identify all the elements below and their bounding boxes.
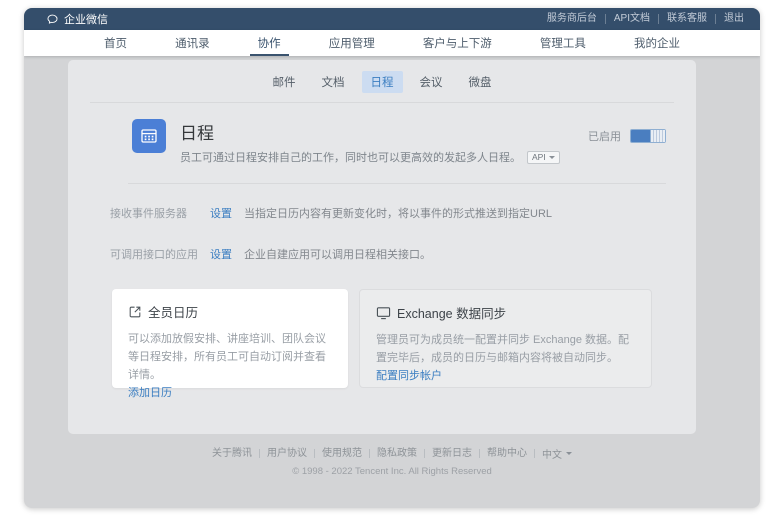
- topbar-link-contact-support[interactable]: 联系客服: [659, 14, 716, 24]
- chevron-down-icon: [549, 156, 555, 159]
- header-divider: [128, 183, 666, 184]
- app-window: 企业微信 服务商后台 API文档 联系客服 退出 首页 通讯录 协作 应用管理 …: [24, 8, 760, 508]
- toggle-handle: [650, 130, 665, 142]
- footer-link-usage-rules[interactable]: 使用规范: [315, 449, 370, 458]
- app-description: 员工可通过日程安排自己的工作，同时也可以更高效的发起多人日程。: [180, 149, 521, 165]
- footer-link-changelog[interactable]: 更新日志: [425, 449, 480, 458]
- chevron-down-icon: [566, 452, 572, 455]
- app-status: 已启用: [588, 128, 666, 144]
- api-dropdown-badge[interactable]: API: [527, 151, 560, 164]
- page-title: 日程: [180, 119, 560, 144]
- setting-label: 接收事件服务器: [110, 205, 210, 221]
- feature-cards: 全员日历 可以添加放假安排、讲座培训、团队会议等日程安排，所有员工可自动订阅并查…: [112, 289, 652, 388]
- tab-schedule[interactable]: 日程: [362, 71, 403, 93]
- status-label: 已启用: [588, 128, 621, 144]
- page-footer: 关于腾讯 用户协议 使用规范 隐私政策 更新日志 帮助中心 中文 © 1998 …: [24, 446, 760, 477]
- configure-sync-account-link[interactable]: 配置同步帐户: [376, 367, 635, 383]
- nav-item-app-management[interactable]: 应用管理: [321, 30, 383, 56]
- language-label: 中文: [542, 446, 562, 461]
- setting-label: 可调用接口的应用: [110, 246, 210, 262]
- nav-item-contacts[interactable]: 通讯录: [167, 30, 218, 56]
- topbar-link-api-docs[interactable]: API文档: [606, 14, 659, 24]
- nav-item-collaboration[interactable]: 协作: [250, 30, 289, 56]
- footer-link-about[interactable]: 关于腾讯: [205, 449, 260, 458]
- nav-item-admin-tools[interactable]: 管理工具: [532, 30, 594, 56]
- card-title: 全员日历: [148, 302, 198, 321]
- brand-label: 企业微信: [64, 11, 108, 27]
- calendar-app-icon: [132, 119, 166, 153]
- setting-row-callback-server: 接收事件服务器 设置 当指定日历内容有更新变化时，将以事件的形式推送到指定URL: [110, 205, 666, 221]
- nav-item-my-company[interactable]: 我的企业: [626, 30, 688, 56]
- footer-links: 关于腾讯 用户协议 使用规范 隐私政策 更新日志 帮助中心 中文: [24, 446, 760, 461]
- collaboration-subtabs: 邮件 文档 日程 会议 微盘: [68, 60, 696, 93]
- app-info: 日程 员工可通过日程安排自己的工作，同时也可以更高效的发起多人日程。 API: [180, 119, 560, 165]
- schedule-settings-panel: 邮件 文档 日程 会议 微盘: [68, 60, 696, 434]
- footer-link-privacy-policy[interactable]: 隐私政策: [370, 449, 425, 458]
- footer-link-user-agreement[interactable]: 用户协议: [260, 449, 315, 458]
- tab-meeting[interactable]: 会议: [411, 71, 452, 93]
- top-bar: 企业微信 服务商后台 API文档 联系客服 退出: [24, 8, 760, 30]
- setting-row-api-apps: 可调用接口的应用 设置 企业自建应用可以调用日程相关接口。: [110, 246, 666, 262]
- language-selector[interactable]: 中文: [535, 446, 579, 461]
- card-description: 管理员可为成员统一配置并同步 Exchange 数据。配置完毕后，成员的日历与邮…: [376, 331, 635, 367]
- shared-calendar-icon: [128, 305, 142, 319]
- add-calendar-link[interactable]: 添加日历: [128, 384, 332, 400]
- tabs-divider: [90, 102, 674, 103]
- copyright-text: © 1998 - 2022 Tencent Inc. All Rights Re…: [24, 466, 760, 477]
- card-title: Exchange 数据同步: [397, 303, 506, 322]
- topbar-links: 服务商后台 API文档 联系客服 退出: [539, 14, 746, 24]
- tab-docs[interactable]: 文档: [313, 71, 354, 93]
- app-header: 日程 员工可通过日程安排自己的工作，同时也可以更高效的发起多人日程。 API 已…: [132, 119, 666, 165]
- card-company-calendar: 全员日历 可以添加放假安排、讲座培训、团队会议等日程安排，所有员工可自动订阅并查…: [112, 289, 348, 388]
- brand-home-link[interactable]: 企业微信: [46, 11, 108, 27]
- card-exchange-sync: Exchange 数据同步 管理员可为成员统一配置并同步 Exchange 数据…: [359, 289, 652, 388]
- setting-description: 企业自建应用可以调用日程相关接口。: [244, 246, 431, 262]
- nav-item-home[interactable]: 首页: [96, 30, 135, 56]
- main-nav: 首页 通讯录 协作 应用管理 客户与上下游 管理工具 我的企业: [24, 30, 760, 56]
- setting-description: 当指定日历内容有更新变化时，将以事件的形式推送到指定URL: [244, 205, 552, 221]
- enabled-toggle[interactable]: [630, 129, 666, 143]
- card-description: 可以添加放假安排、讲座培训、团队会议等日程安排，所有员工可自动订阅并查看详情。: [128, 330, 332, 384]
- footer-link-help-center[interactable]: 帮助中心: [480, 449, 535, 458]
- content-area: 邮件 文档 日程 会议 微盘: [24, 56, 760, 508]
- topbar-link-logout[interactable]: 退出: [716, 14, 746, 24]
- chat-bubble-icon: [46, 13, 59, 26]
- tab-drive[interactable]: 微盘: [460, 71, 501, 93]
- api-apps-settings-link[interactable]: 设置: [210, 246, 232, 262]
- callback-server-settings-link[interactable]: 设置: [210, 205, 232, 221]
- topbar-link-provider-console[interactable]: 服务商后台: [539, 14, 606, 24]
- tab-mail[interactable]: 邮件: [264, 71, 305, 93]
- monitor-sync-icon: [376, 306, 391, 320]
- nav-item-customers[interactable]: 客户与上下游: [415, 30, 500, 56]
- api-badge-label: API: [532, 152, 546, 163]
